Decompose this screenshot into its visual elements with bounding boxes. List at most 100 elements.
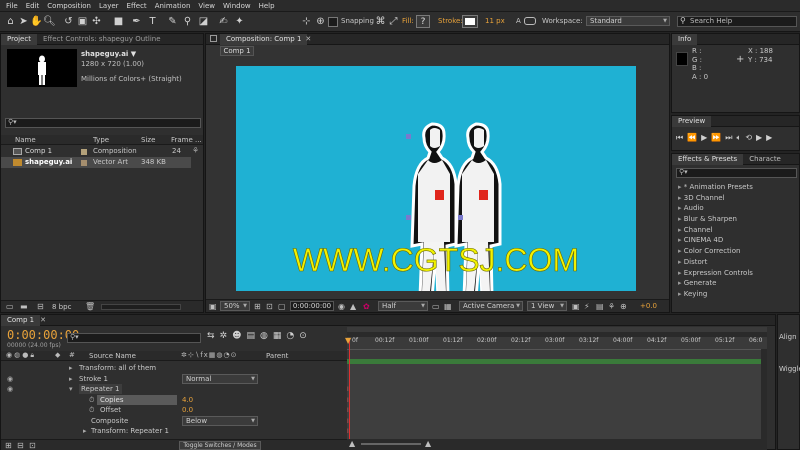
copies-value[interactable]: 4.0 (182, 395, 193, 405)
keyframe-marker[interactable]: I (347, 396, 349, 407)
resolution-dropdown[interactable]: Half (378, 301, 428, 311)
tab-timeline-comp[interactable]: Comp 1 (1, 314, 41, 326)
visibility-eye-icon[interactable]: ◉ (7, 384, 13, 394)
time-ruler[interactable]: 0f 00:12f 01:00f 01:12f 02:00f 02:12f 03… (347, 337, 767, 350)
col-source-name[interactable]: Source Name (89, 351, 136, 361)
item-name[interactable]: shapeguy.ai ▼ (81, 50, 136, 58)
comp-mini-flowchart-icon[interactable]: ⇆ (207, 331, 220, 341)
layer-row[interactable]: ⏱ Copies 4.0 (1, 394, 347, 405)
first-frame-icon[interactable]: ⏮ (676, 133, 687, 142)
bbox-handle[interactable] (406, 134, 411, 139)
menu-file[interactable]: File (6, 2, 18, 10)
timeline-icon[interactable]: ▤ (596, 302, 604, 311)
search-help-input[interactable]: Search Help (677, 16, 797, 27)
tab-character[interactable]: Characte (743, 154, 787, 165)
menu-window[interactable]: Window (223, 2, 251, 10)
keyframe-marker[interactable]: I (347, 385, 349, 396)
stroke-label[interactable]: Stroke: (438, 17, 463, 25)
layer-row[interactable]: ▸ Transform: all of them (1, 363, 347, 373)
tab-align[interactable]: Align (779, 333, 797, 341)
puppet-tool-icon[interactable]: ✦ (233, 15, 246, 28)
live-update-icon[interactable]: ⊙ (299, 331, 312, 341)
hand-tool-icon[interactable]: ✋ (30, 15, 43, 28)
comp-timecode[interactable]: 0:00:00:00 (290, 301, 334, 311)
timeline-track-area[interactable]: 0f 00:12f 01:00f 01:12f 02:00f 02:12f 03… (345, 327, 767, 449)
new-folder-icon[interactable]: ▬ (20, 302, 28, 311)
prev-frame-icon[interactable]: ⏪ (687, 133, 701, 142)
snap-expand-icon[interactable]: ⤢ (387, 15, 400, 28)
timeline-search-input[interactable] (67, 333, 201, 343)
project-scrollbar[interactable] (101, 304, 181, 310)
home-icon[interactable]: ⌂ (4, 15, 17, 28)
layer-row[interactable]: ⏱ Offset 0.0 (1, 405, 347, 415)
pan-behind-tool-icon[interactable]: ✣ (90, 15, 103, 28)
pen-tool-icon[interactable]: ✒ (130, 15, 143, 28)
motion-blur-icon[interactable]: ◍ (260, 331, 273, 341)
effect-category[interactable]: Generate (672, 278, 799, 289)
local-axis-icon[interactable]: ⊹ (300, 15, 313, 28)
visibility-eye-icon[interactable]: ◉ (7, 374, 13, 384)
keyframe-marker[interactable]: I (347, 417, 349, 428)
last-frame-icon[interactable]: ⏭ (725, 133, 736, 142)
tab-wiggler[interactable]: Wiggler (779, 365, 800, 373)
reset-exposure-icon[interactable]: ⊕ (620, 302, 627, 311)
workspace-dropdown[interactable]: Standard (586, 16, 670, 26)
effects-search-input[interactable] (676, 168, 797, 178)
fast-previews-icon[interactable]: ⚡ (584, 302, 590, 311)
stopwatch-icon[interactable]: ⏱ (89, 405, 94, 415)
bbox-handle[interactable] (406, 215, 411, 220)
menu-help[interactable]: Help (259, 2, 275, 10)
effect-category[interactable]: Channel (672, 225, 799, 236)
brush-tool-icon[interactable]: ✎ (166, 15, 179, 28)
exposure-value[interactable]: +0.0 (640, 302, 657, 310)
zoom-tool-icon[interactable]: 🔍︎ (43, 15, 56, 28)
color-channel-icon[interactable]: ✿ (363, 302, 370, 311)
snapshot-icon[interactable]: ◉ (338, 302, 345, 311)
brainstorm-icon[interactable]: ▦ (273, 331, 287, 341)
show-snapshot-icon[interactable]: ▲ (350, 302, 356, 311)
menu-edit[interactable]: Edit (26, 2, 40, 10)
tab-composition[interactable]: Composition: Comp 1 (220, 33, 308, 45)
effect-category[interactable]: CINEMA 4D (672, 235, 799, 246)
roto-brush-tool-icon[interactable]: ✍ (217, 15, 230, 28)
effect-category[interactable]: Keying (672, 289, 799, 300)
view-layout-dropdown[interactable]: 1 View (527, 301, 567, 311)
stopwatch-icon[interactable]: ⏱ (89, 395, 94, 405)
composite-dropdown[interactable]: Below (182, 415, 258, 426)
play-icon[interactable]: ▶ (701, 133, 711, 142)
blend-mode-dropdown[interactable]: Normal (182, 373, 258, 384)
frame-blending-icon[interactable]: ▤ (246, 331, 260, 341)
col-size[interactable]: Size (141, 135, 155, 145)
toggle-switches-modes-button[interactable]: Toggle Switches / Modes (179, 441, 261, 450)
tab-preview[interactable]: Preview (672, 115, 712, 127)
tab-effects-presets[interactable]: Effects & Presets (672, 153, 744, 165)
loop-icon[interactable]: ⟲ (745, 133, 756, 142)
tab-info[interactable]: Info (672, 33, 698, 45)
rectangle-tool-icon[interactable]: ■ (112, 15, 125, 28)
expand-layer-switches-icon[interactable]: ⊞ (5, 441, 12, 450)
effect-category[interactable]: * Animation Presets (672, 182, 799, 193)
effect-category[interactable]: Distort (672, 257, 799, 268)
effect-category[interactable]: Blur & Sharpen (672, 214, 799, 225)
tab-effect-controls[interactable]: Effect Controls: shapeguy Outline (37, 34, 167, 45)
stroke-width-value[interactable]: 11 px (485, 17, 505, 25)
layer-row[interactable]: Composite Below (1, 415, 347, 426)
project-row-comp[interactable]: Comp 1 Composition 24 (1, 146, 191, 157)
col-parent[interactable]: Parent (266, 351, 288, 361)
layer-row[interactable]: ▸ Transform: Repeater 1 (1, 426, 347, 436)
label-color-swatch[interactable] (81, 149, 87, 155)
project-search-input[interactable] (5, 118, 201, 128)
col-name[interactable]: Name (15, 135, 36, 145)
comp-flowchart-icon[interactable]: ⚘ (608, 302, 615, 311)
world-axis-icon[interactable]: ⊕ (314, 15, 327, 28)
effect-category[interactable]: 3D Channel (672, 193, 799, 204)
expand-arrow-icon[interactable]: ▸ (69, 363, 73, 373)
expand-arrow-icon[interactable]: ▸ (83, 426, 87, 436)
trash-icon[interactable]: 🗑︎ (85, 302, 95, 311)
safe-zones-icon[interactable]: ⊞ (254, 302, 261, 311)
selection-tool-icon[interactable]: ➤ (17, 15, 30, 28)
hide-shy-icon[interactable]: ☻ (232, 331, 246, 341)
project-row-shapeguy[interactable]: shapeguy.ai Vector Art 348 KB (1, 157, 191, 168)
zoom-out-icon[interactable]: ▲ (349, 439, 355, 448)
camera-dropdown[interactable]: Active Camera (459, 301, 523, 311)
